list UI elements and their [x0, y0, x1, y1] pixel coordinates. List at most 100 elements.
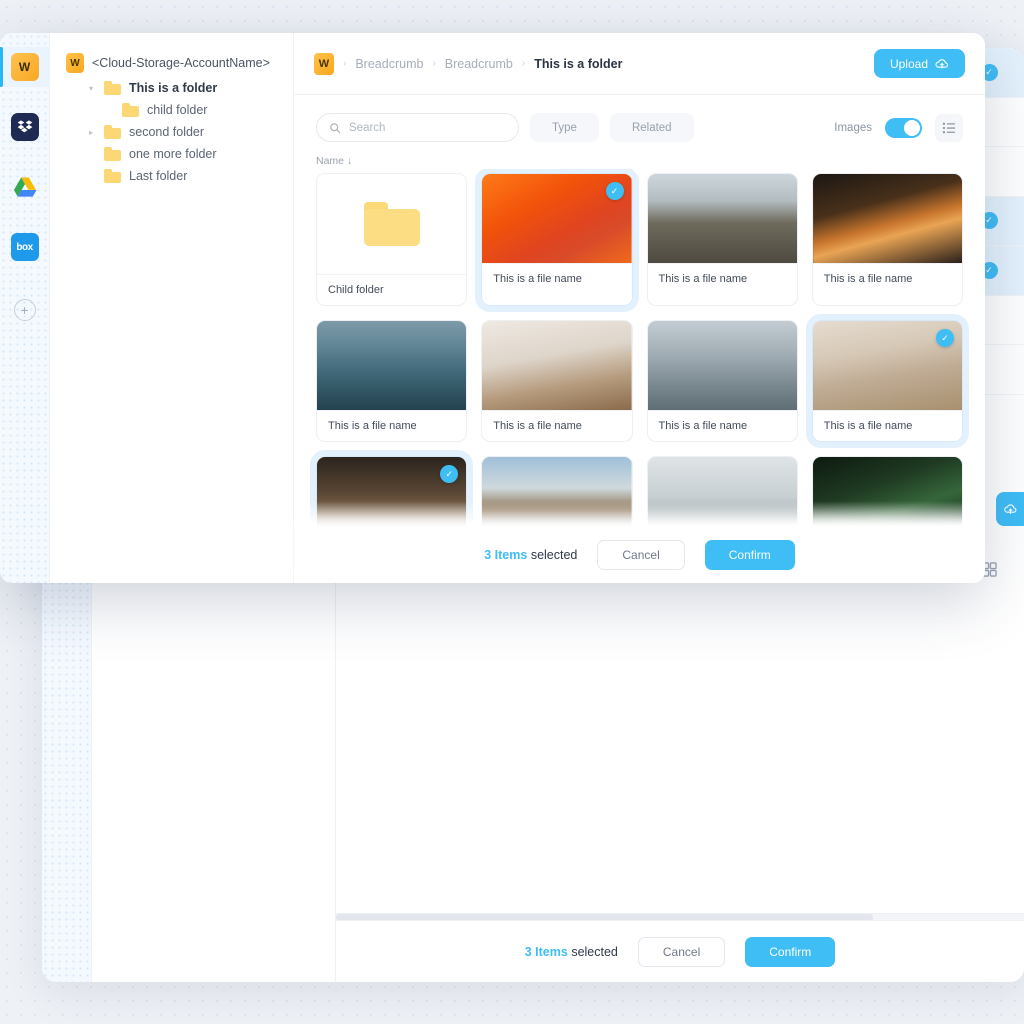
- folder-icon: [122, 103, 139, 117]
- rail-item-google-drive[interactable]: [0, 167, 50, 207]
- upload-button-peek[interactable]: [996, 492, 1024, 526]
- screen: box + Last folder Lorem ipsum dolor sit …: [0, 0, 1024, 1024]
- box-app-icon-modal: box: [10, 233, 39, 261]
- folder-icon: [104, 169, 121, 183]
- file-card-name: This is a file name: [647, 263, 797, 294]
- image-thumbnail: ✓: [812, 321, 962, 410]
- tree-item-4[interactable]: Last folder: [50, 165, 293, 187]
- folder-icon: [104, 125, 121, 139]
- sort-header-label: Name: [316, 155, 345, 167]
- google-drive-app-icon: [11, 173, 39, 201]
- confirm-button-bg[interactable]: Confirm: [745, 936, 836, 967]
- folder-icon-large: [363, 202, 420, 246]
- active-indicator: [0, 47, 3, 87]
- filter-related-button[interactable]: Related: [609, 113, 694, 142]
- modal-header: W › Breadcrumb › Breadcrumb › This is a …: [294, 33, 985, 95]
- selection-count: 3 Items: [484, 548, 528, 562]
- image-thumbnail: [647, 174, 797, 263]
- filter-type-button[interactable]: Type: [530, 113, 599, 142]
- file-card[interactable]: ✓ This is a file name: [475, 169, 639, 312]
- selection-suffix: selected: [527, 548, 578, 562]
- chevron-icon[interactable]: ▸: [86, 128, 96, 137]
- rail-item-dropbox[interactable]: [0, 107, 50, 147]
- list-view-button[interactable]: [935, 113, 963, 142]
- tree-item-label: second folder: [129, 125, 205, 139]
- rail-item-box[interactable]: box: [0, 227, 50, 267]
- file-card[interactable]: This is a file name: [646, 173, 798, 306]
- modal-footer-bar: 3 Items selected Cancel Confirm: [294, 527, 985, 583]
- file-card-name: This is a file name: [812, 263, 962, 294]
- folder-icon: [104, 81, 121, 95]
- tree-item-label: child folder: [147, 103, 208, 117]
- tree-item-2[interactable]: ▸ second folder: [50, 121, 293, 143]
- file-card[interactable]: This is a file name: [481, 456, 633, 527]
- account-badge-icon: W: [66, 53, 84, 73]
- tree-item-3[interactable]: one more folder: [50, 143, 293, 165]
- breadcrumb-item-1[interactable]: Breadcrumb: [355, 57, 423, 71]
- folder-thumbnail: [317, 174, 467, 274]
- rail-item-add[interactable]: +: [0, 293, 50, 327]
- breadcrumb-separator-3: ›: [521, 58, 526, 69]
- selection-count-bg: 3 Items: [524, 944, 568, 959]
- folder-icon: [104, 147, 121, 161]
- sort-direction-arrow: ↓: [346, 155, 353, 167]
- selected-check-icon[interactable]: ✓: [605, 182, 624, 200]
- file-card[interactable]: This is a file name: [811, 173, 963, 306]
- rail-item-workspace[interactable]: W: [0, 47, 50, 87]
- cancel-button-bg[interactable]: Cancel: [637, 936, 726, 967]
- modal-app-rail: W box +: [0, 33, 50, 583]
- search-input[interactable]: Search: [316, 113, 519, 142]
- selection-count-text: 3 Items selected: [484, 548, 577, 562]
- confirm-button[interactable]: Confirm: [704, 540, 795, 570]
- image-thumbnail: [647, 457, 797, 527]
- tree-item-label: This is a folder: [129, 81, 218, 95]
- file-card-name: This is a file name: [317, 410, 467, 441]
- workspace-app-icon: W: [10, 53, 39, 81]
- chevron-icon[interactable]: ▾: [86, 84, 96, 93]
- tree-item-1[interactable]: child folder: [50, 99, 293, 121]
- tree-item-0[interactable]: ▾ This is a folder: [50, 77, 293, 99]
- upload-button[interactable]: Upload: [873, 49, 965, 78]
- tree-item-list: ▾ This is a folder child folder ▸ second fol…: [50, 77, 293, 187]
- file-picker-modal: W box + W <Cloud-Storage-AccountName> ▾ …: [0, 33, 985, 583]
- selected-check-icon[interactable]: ✓: [440, 465, 459, 483]
- file-grid-scroll-area[interactable]: Child folder ✓ This is a file name This is …: [294, 169, 985, 527]
- file-grid: Child folder ✓ This is a file name This is …: [309, 169, 970, 527]
- account-name-label: <Cloud-Storage-AccountName>: [92, 56, 270, 70]
- file-card-name: This is a file name: [812, 410, 962, 441]
- sort-header[interactable]: Name ↓: [294, 142, 985, 169]
- upload-button-label: Upload: [889, 56, 928, 71]
- dropbox-app-icon: [10, 113, 39, 141]
- breadcrumb-badge-icon: W: [314, 52, 334, 75]
- dropbox-glyph-icon: [17, 120, 32, 133]
- file-card-name: This is a file name: [482, 263, 632, 294]
- file-card[interactable]: This is a file name: [316, 320, 468, 442]
- image-thumbnail: [482, 321, 632, 410]
- file-card-name: This is a file name: [482, 410, 632, 441]
- selection-suffix-bg: selected: [567, 944, 618, 959]
- file-card[interactable]: This is a file name: [646, 320, 798, 442]
- images-toggle[interactable]: [885, 117, 922, 138]
- selected-check-icon[interactable]: ✓: [936, 329, 954, 347]
- image-thumbnail: [482, 457, 632, 527]
- toolbar-right-group: Images: [834, 113, 963, 142]
- image-thumbnail: [647, 321, 797, 410]
- breadcrumb-item-2[interactable]: Breadcrumb: [445, 57, 513, 71]
- image-thumbnail: ✓: [482, 174, 632, 263]
- file-card[interactable]: This is a file name: [811, 456, 963, 527]
- file-card[interactable]: This is a file name: [646, 456, 798, 527]
- folder-card[interactable]: Child folder: [316, 173, 468, 306]
- cloud-upload-icon: [935, 58, 949, 68]
- tree-item-label: Last folder: [129, 169, 188, 183]
- tree-account-root[interactable]: W <Cloud-Storage-AccountName>: [50, 49, 293, 77]
- breadcrumb-item-current: This is a folder: [534, 56, 623, 71]
- file-card[interactable]: This is a file name: [481, 320, 633, 442]
- file-card[interactable]: ✓ This is a file name: [805, 314, 970, 448]
- selection-count-text-bg: 3 Items selected: [525, 945, 618, 959]
- file-card[interactable]: ✓This is a file name: [309, 450, 474, 527]
- file-card-name: This is a file name: [647, 410, 797, 441]
- horizontal-scrollbar[interactable]: [336, 913, 1024, 921]
- file-card-name: Child folder: [317, 274, 467, 305]
- tree-item-label: one more folder: [129, 147, 217, 161]
- cancel-button[interactable]: Cancel: [597, 540, 685, 570]
